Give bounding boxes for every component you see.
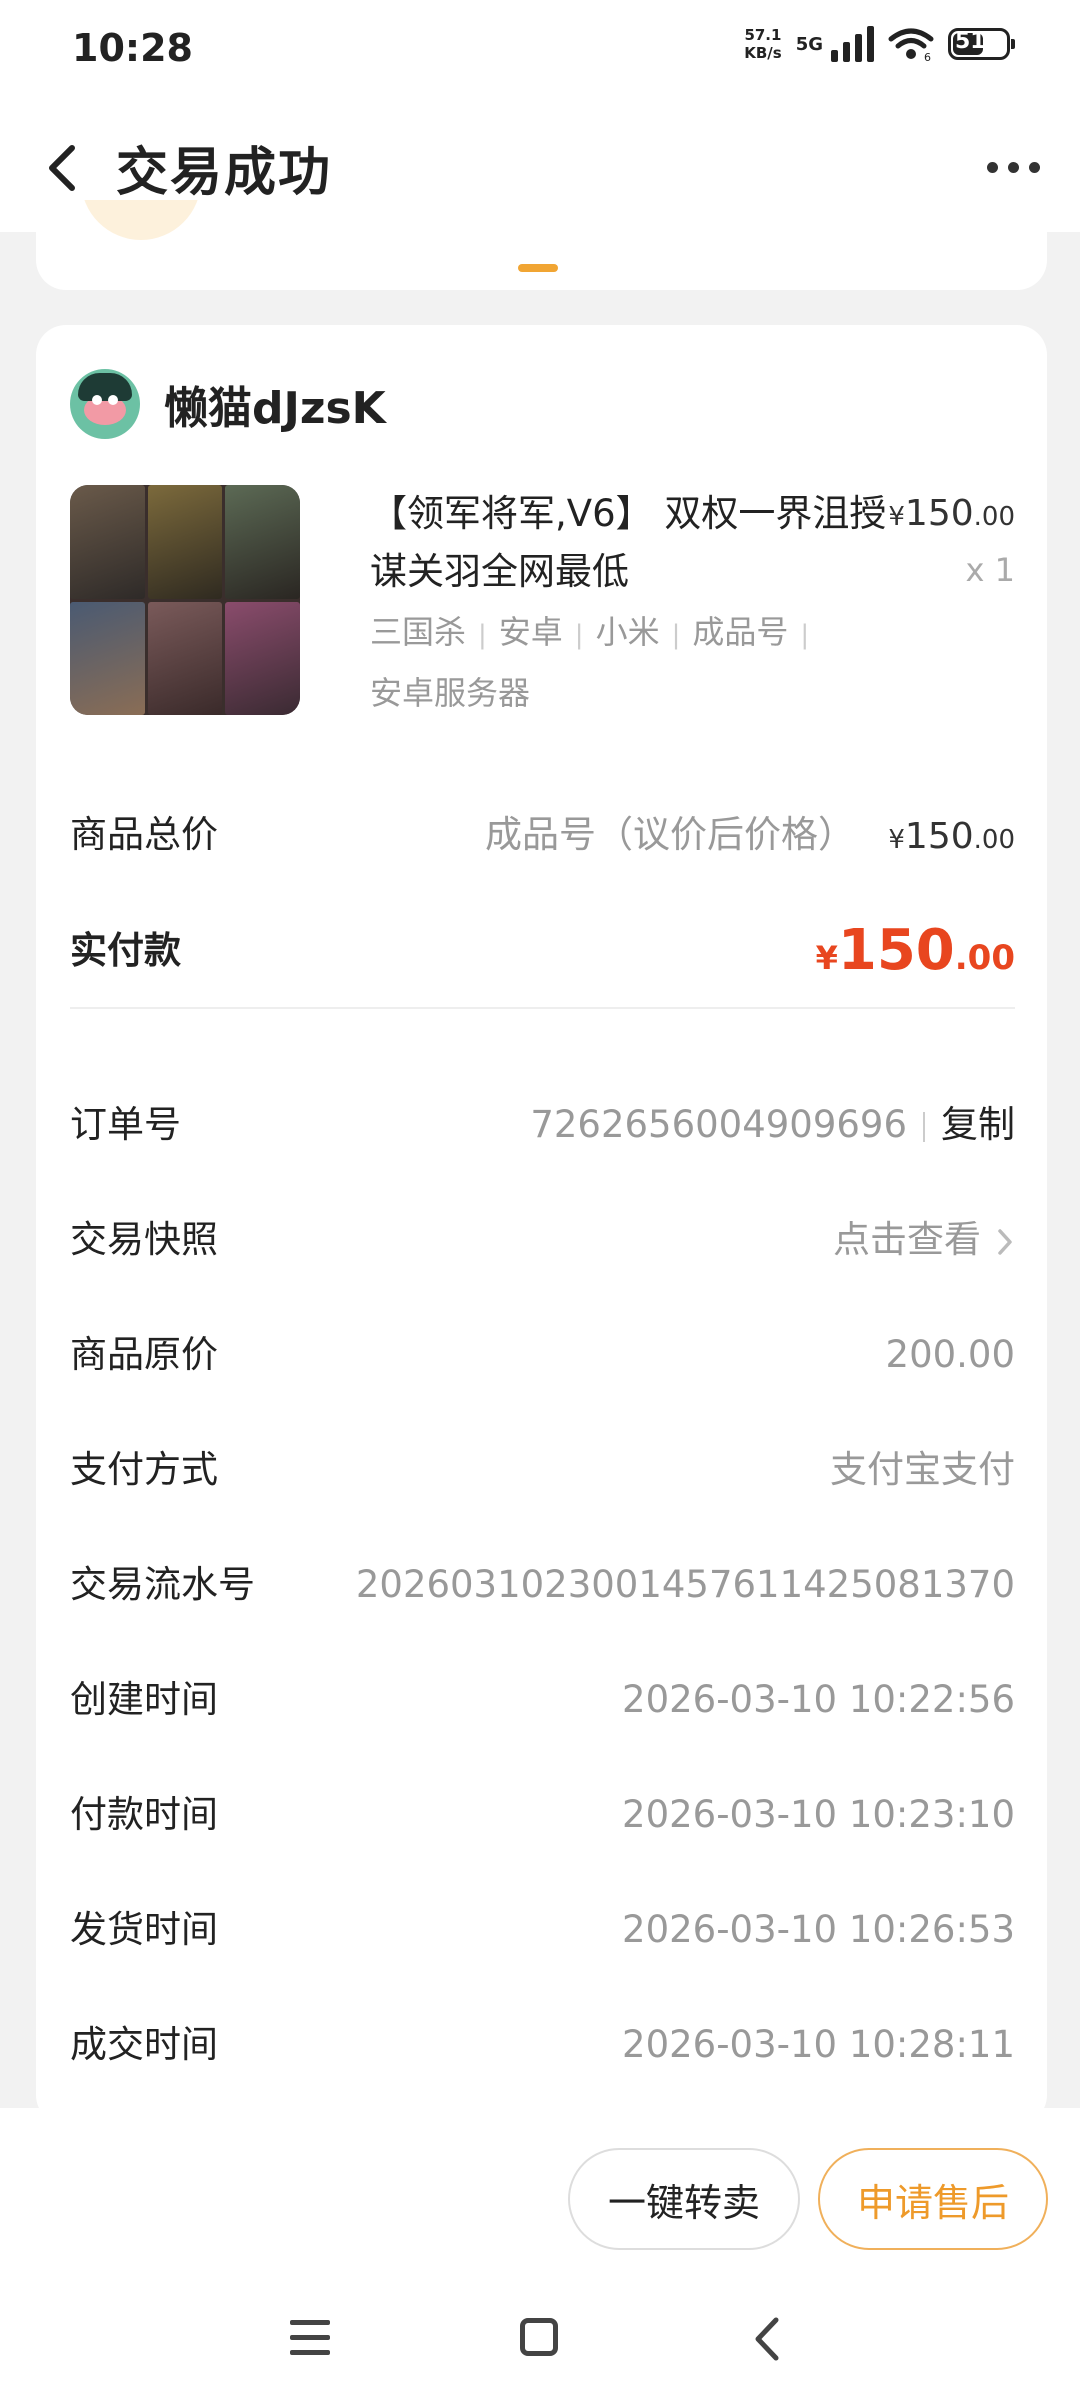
wifi-icon: 6 [888, 28, 934, 62]
resell-button[interactable]: 一键转卖 [568, 2148, 800, 2250]
payment-method-value: 支付宝支付 [830, 1448, 1015, 1491]
system-nav-bar [0, 2290, 1080, 2400]
copy-button[interactable]: 复制 [941, 1103, 1015, 1146]
original-price-row: 商品原价 200.00 [70, 1325, 1015, 1385]
battery-icon: 51 [948, 28, 1015, 60]
paid-time-row: 付款时间 2026-03-10 10:23:10 [70, 1785, 1015, 1845]
home-icon[interactable] [520, 2318, 558, 2356]
serial-number-row: 交易流水号 2026031023001457611425081370 [70, 1555, 1015, 1615]
order-number-row: 订单号 7262656004909696 复制 [70, 1095, 1015, 1155]
order-number: 7262656004909696 复制 [530, 1095, 1015, 1155]
paid-amount: ¥150.00 [815, 918, 1015, 983]
created-time-value: 2026-03-10 10:22:56 [622, 1678, 1015, 1721]
total-price-note: 成品号（议价后价格） [485, 813, 855, 856]
product-item[interactable]: 【领军将军,V6】 双权一界沮授谋关羽全网最低 三国杀 | 安卓 | 小米 | 成品号 | 安… [70, 485, 1015, 725]
net-speed-unit: KB/s [744, 44, 782, 62]
status-time: 10:28 [72, 26, 193, 70]
network-type: 5G [795, 33, 823, 55]
total-price-label: 商品总价 [70, 813, 218, 856]
snapshot-label: 交易快照 [70, 1218, 218, 1261]
paid-row: 实付款 ¥150.00 [70, 918, 1015, 983]
menu-icon[interactable] [290, 2320, 330, 2365]
svg-text:6: 6 [924, 51, 931, 62]
product-tag: 安卓服务器 [370, 674, 531, 712]
payment-method-label: 支付方式 [70, 1448, 218, 1491]
net-speed: 57.1 KB/s [744, 26, 781, 62]
product-thumbnail [70, 485, 300, 715]
snapshot-value: 点击查看 [833, 1218, 981, 1261]
product-tag: 小米 [595, 613, 660, 651]
created-time-row: 创建时间 2026-03-10 10:22:56 [70, 1670, 1015, 1730]
payment-method-row: 支付方式 支付宝支付 [70, 1440, 1015, 1500]
page-title: 交易成功 [116, 143, 333, 203]
product-tag: 安卓 [498, 613, 563, 651]
shipped-time-row: 发货时间 2026-03-10 10:26:53 [70, 1900, 1015, 1960]
seller-info[interactable]: 懒猫dJzsK [70, 369, 386, 439]
original-price-label: 商品原价 [70, 1333, 218, 1376]
completed-time-value: 2026-03-10 10:28:11 [622, 2023, 1015, 2066]
product-tag: 成品号 [692, 613, 789, 651]
shipped-time-value: 2026-03-10 10:26:53 [622, 1908, 1015, 1951]
paid-label: 实付款 [70, 929, 181, 972]
order-card: 懒猫dJzsK 【领军将军,V6】 双权一界沮授谋关羽全网最低 三国杀 | 安卓 | 小… [36, 325, 1047, 2125]
status-icons: 57.1 KB/s 5G 6 51 [744, 26, 1015, 62]
serial-number-value: 2026031023001457611425081370 [355, 1563, 1015, 1606]
avatar [70, 369, 140, 439]
snapshot-link[interactable]: 点击查看 [833, 1210, 1015, 1270]
net-speed-value: 57.1 [744, 26, 782, 44]
original-price-value: 200.00 [885, 1333, 1015, 1376]
status-bar: 10:28 57.1 KB/s 5G 6 51 [0, 0, 1080, 100]
paid-time-value: 2026-03-10 10:23:10 [622, 1793, 1015, 1836]
total-price-row: 商品总价 成品号（议价后价格） ¥150.00 [70, 805, 1015, 865]
page-indicator [518, 264, 558, 272]
completed-time-row: 成交时间 2026-03-10 10:28:11 [70, 2015, 1015, 2075]
decorative-circle [81, 200, 201, 240]
after-sale-button[interactable]: 申请售后 [818, 2148, 1048, 2250]
order-number-value: 7262656004909696 [530, 1103, 907, 1146]
order-number-label: 订单号 [70, 1103, 181, 1146]
top-status-card [36, 200, 1047, 290]
divider [70, 1007, 1015, 1009]
paid-time-label: 付款时间 [70, 1793, 218, 1836]
chevron-left-icon[interactable] [38, 138, 88, 198]
product-tags: 三国杀 | 安卓 | 小米 | 成品号 | 安卓服务器 [370, 613, 810, 712]
battery-level: 51 [955, 29, 986, 54]
product-quantity: x 1 [965, 551, 1015, 589]
seller-name: 懒猫dJzsK [164, 383, 386, 434]
created-time-label: 创建时间 [70, 1678, 218, 1721]
more-dots-icon[interactable] [987, 162, 1040, 173]
total-price-value: ¥150.00 [888, 816, 1015, 857]
product-tag: 三国杀 [370, 613, 467, 651]
product-price: ¥150.00 [888, 493, 1015, 534]
serial-number-label: 交易流水号 [70, 1563, 255, 1606]
chevron-right-icon [998, 1228, 1012, 1255]
shipped-time-label: 发货时间 [70, 1908, 218, 1951]
signal-icon [831, 26, 874, 62]
completed-time-label: 成交时间 [70, 2023, 218, 2066]
back-icon[interactable] [748, 2312, 788, 2366]
snapshot-row[interactable]: 交易快照 点击查看 [70, 1210, 1015, 1270]
product-title: 【领军将军,V6】 双权一界沮授谋关羽全网最低 [370, 492, 887, 593]
